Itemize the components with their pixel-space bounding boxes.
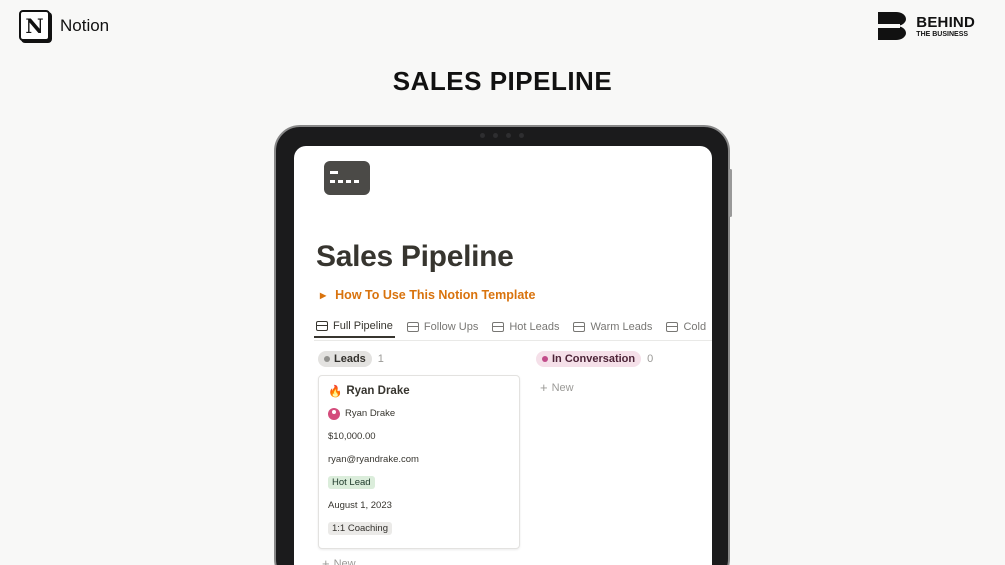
tab-cold[interactable]: Cold xyxy=(664,316,708,338)
new-label: New xyxy=(551,381,574,394)
card-value: $10,000.00 xyxy=(328,431,376,442)
page-title[interactable]: Sales Pipeline xyxy=(316,240,514,274)
notion-logo-icon: N xyxy=(19,10,50,41)
status-dot-icon xyxy=(324,356,330,362)
notion-wordmark: Notion xyxy=(60,15,110,35)
tablet-frame: Sales Pipeline ▶ How To Use This Notion … xyxy=(274,125,732,565)
how-to-toggle[interactable]: ▶ How To Use This Notion Template xyxy=(320,288,535,302)
calendar-icon xyxy=(406,322,419,332)
side-button xyxy=(729,169,732,217)
credit-card-icon[interactable] xyxy=(324,161,370,195)
status-dot-icon xyxy=(542,356,548,362)
tab-label: Follow Ups xyxy=(423,321,479,333)
new-label: New xyxy=(333,557,356,565)
tab-label: Full Pipeline xyxy=(333,320,393,332)
new-card-button-leads[interactable]: + New xyxy=(322,556,356,565)
notion-brand: N Notion xyxy=(19,10,109,41)
main-title: SALES PIPELINE xyxy=(392,66,613,96)
fire-icon: 🔥 xyxy=(328,386,343,398)
view-tabs: Full Pipeline Follow Ups Hot Leads Warm … xyxy=(314,316,712,340)
column-header-leads[interactable]: Leads 1 xyxy=(318,351,384,367)
status-pill-in-conversation: In Conversation xyxy=(536,351,642,367)
tab-follow-ups[interactable]: Follow Ups xyxy=(405,316,480,338)
tab-label: Cold xyxy=(683,321,707,333)
card-owner: Ryan Drake xyxy=(328,402,510,425)
plus-icon: + xyxy=(540,380,548,395)
tab-label: Warm Leads xyxy=(590,321,653,333)
tabs-divider xyxy=(314,340,712,341)
toggle-triangle-icon[interactable]: ▶ xyxy=(320,291,326,300)
column-name: In Conversation xyxy=(552,353,636,365)
avatar xyxy=(328,407,340,420)
btb-line-2: THE BUSINESS xyxy=(916,30,969,38)
table-icon xyxy=(573,322,586,332)
plus-icon: + xyxy=(322,556,330,565)
notion-page: Sales Pipeline ▶ How To Use This Notion … xyxy=(294,146,712,565)
column-count: 0 xyxy=(647,353,654,365)
tab-hot-leads[interactable]: Hot Leads xyxy=(490,316,561,338)
new-card-button-in-conversation[interactable]: + New xyxy=(540,380,574,395)
product-tag: 1:1 Coaching xyxy=(328,522,392,535)
btb-b-icon xyxy=(878,12,907,40)
column-count: 1 xyxy=(377,353,384,365)
tab-full-pipeline[interactable]: Full Pipeline xyxy=(314,316,395,338)
card-email[interactable]: ryan@ryandrake.com xyxy=(328,448,510,471)
card-status: Hot Lead xyxy=(328,471,510,494)
column-header-in-conversation[interactable]: In Conversation 0 xyxy=(536,351,653,367)
lead-card[interactable]: 🔥 Ryan Drake Ryan Drake $10,000.00 ryan@… xyxy=(318,375,520,549)
behind-the-business-logo: BEHIND THE BUSINESS xyxy=(878,12,975,40)
board-icon xyxy=(316,321,328,331)
btb-line-1: BEHIND xyxy=(916,13,975,31)
owner-name: Ryan Drake xyxy=(345,408,396,419)
card-product: 1:1 Coaching xyxy=(328,517,510,540)
card-date: August 1, 2023 xyxy=(328,500,392,511)
camera-bar xyxy=(480,133,524,138)
status-pill-leads: Leads xyxy=(318,351,372,367)
toggle-label: How To Use This Notion Template xyxy=(335,288,536,302)
card-title: 🔥 Ryan Drake xyxy=(328,384,510,398)
card-title-text: Ryan Drake xyxy=(346,385,410,397)
table-icon xyxy=(666,322,679,332)
column-name: Leads xyxy=(334,353,366,365)
table-icon xyxy=(492,322,505,332)
hot-lead-tag: Hot Lead xyxy=(328,476,375,489)
tab-label: Hot Leads xyxy=(509,321,560,333)
tab-warm-leads[interactable]: Warm Leads xyxy=(571,316,654,338)
